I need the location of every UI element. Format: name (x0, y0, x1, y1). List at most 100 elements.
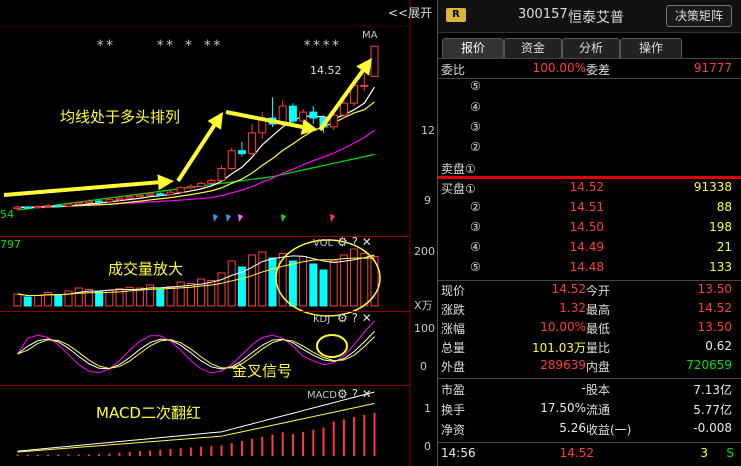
kline-chart-area[interactable]: <<展开 MA ** ** * ** **** 14.52 12 9 54 79… (0, 0, 437, 466)
signal-flag-icon (330, 214, 335, 222)
candle-body (74, 202, 83, 205)
vol-left-num: 797 (0, 238, 21, 251)
volume-bar (23, 296, 32, 307)
tick-time: 14:56 (441, 446, 476, 460)
kdj-tag: KDJ (313, 314, 331, 325)
buy-level-vol: 21 (716, 240, 732, 254)
buy-level-label: ② (470, 200, 481, 214)
stat-value: 14.52 (697, 301, 732, 315)
signal-flag-icon (238, 214, 243, 222)
fin-label: 市盈 (441, 383, 466, 397)
fin-label: 换手 (441, 403, 466, 417)
buy-level-vol: 88 (716, 200, 732, 214)
buy-level-price: 14.51 (569, 200, 604, 214)
signal-flag-icon (281, 214, 286, 222)
ma20-line (17, 129, 375, 208)
kdj-settings-icon[interactable]: ⚙ ? ✕ (337, 311, 372, 325)
vol-tag: VOL (313, 238, 334, 249)
stat-value: 13.50 (697, 320, 732, 334)
annotation-golden-cross: 金叉信号 (232, 362, 293, 380)
fin-label: 流通 (586, 403, 611, 417)
sell-level-5: ⑤ (470, 79, 481, 93)
tab-funds[interactable]: 资金 (504, 38, 562, 58)
tab-analysis[interactable]: 分析 (562, 38, 620, 58)
y-vol-unit: X万 (414, 299, 433, 312)
volume-bar (288, 260, 297, 307)
tabs-underline (438, 58, 741, 59)
candle-body (288, 105, 297, 122)
r-badge[interactable]: R (446, 8, 466, 22)
candle-body (217, 168, 226, 181)
stat-value: 289639 (540, 358, 586, 372)
stat-label: 最低 (586, 322, 611, 336)
fin-label: 股本 (586, 383, 611, 397)
fin-value: - (581, 381, 586, 395)
stat-value: 101.03万 (532, 341, 586, 355)
candle-body (197, 182, 206, 187)
stats-sep (438, 378, 741, 379)
buy-sell-divider (438, 176, 741, 179)
candle-body (299, 111, 308, 122)
stat-value: 14.52 (551, 282, 586, 296)
volume-bar (360, 253, 369, 307)
y-kdj-100: 100 (414, 322, 435, 335)
sell-level-2: ② (470, 140, 481, 154)
weibi-sep (438, 78, 741, 79)
stat-value: 13.50 (697, 282, 732, 296)
vol-settings-icon[interactable]: ⚙ ? ✕ (337, 235, 372, 249)
annotation-ma-bull: 均线处于多头排列 (60, 108, 181, 126)
stock-code: 300157 (518, 7, 568, 22)
candle-body (227, 150, 236, 169)
ma-tag: MA (362, 30, 378, 41)
tab-quote[interactable]: 报价 (442, 38, 504, 58)
buy-level-label: ④ (470, 240, 481, 254)
y-macd-0: 0 (424, 440, 431, 453)
candle-body (64, 203, 73, 207)
stat-value: 1.32 (559, 301, 586, 315)
volume-bar (339, 254, 348, 307)
ma60-line (17, 153, 375, 211)
y-main-12: 12 (421, 124, 435, 137)
candle-body (13, 206, 22, 210)
fin-label: 净资 (441, 423, 466, 437)
candle-body (156, 193, 165, 196)
candle-body (360, 84, 369, 87)
candle-body (370, 45, 379, 77)
candle-body (44, 205, 53, 208)
candle-body (95, 200, 104, 203)
stat-label: 现价 (441, 284, 466, 298)
tick-price: 14.52 (559, 446, 594, 460)
expand-button[interactable]: <<展开 (388, 4, 432, 21)
tab-operation[interactable]: 操作 (620, 38, 682, 58)
buy-level-price: 14.48 (569, 260, 604, 274)
stock-name: 恒泰艾普 (568, 10, 624, 26)
volume-bar (248, 254, 257, 307)
macd-tag: MACD (307, 390, 337, 401)
fin-value: 17.50% (540, 401, 586, 415)
volume-bar (84, 289, 93, 307)
weibi-label: 委比 (441, 63, 466, 77)
stars-1: ** (96, 38, 115, 54)
candle-body (207, 179, 216, 184)
macd-settings-icon[interactable]: ⚙ ? ✕ (337, 387, 372, 401)
decision-matrix-button[interactable]: 决策矩阵 (666, 5, 732, 27)
sell-level-4: ④ (470, 100, 481, 114)
sell-level-1: 卖盘① (441, 162, 476, 176)
buy-sep (438, 280, 741, 281)
fin-label: 收益(一) (586, 423, 632, 437)
stat-value: 0.62 (705, 339, 732, 353)
candle-body (186, 185, 195, 189)
volume-bar (74, 287, 83, 307)
buy-level-price: 14.49 (569, 240, 604, 254)
tick-vol: 3 (700, 446, 708, 460)
weicha-label: 委差 (586, 63, 611, 77)
stat-value: 720659 (686, 358, 732, 372)
buy-level-label: 买盘① (441, 182, 476, 196)
stat-label: 外盘 (441, 360, 466, 374)
candle-body (23, 206, 32, 209)
volume-bar (319, 269, 328, 307)
y-vol-200: 200 (414, 245, 435, 258)
weibi-value: 100.00% (532, 61, 586, 75)
stars-2: ** * ** (156, 38, 223, 54)
buy-level-vol: 91338 (693, 180, 732, 194)
